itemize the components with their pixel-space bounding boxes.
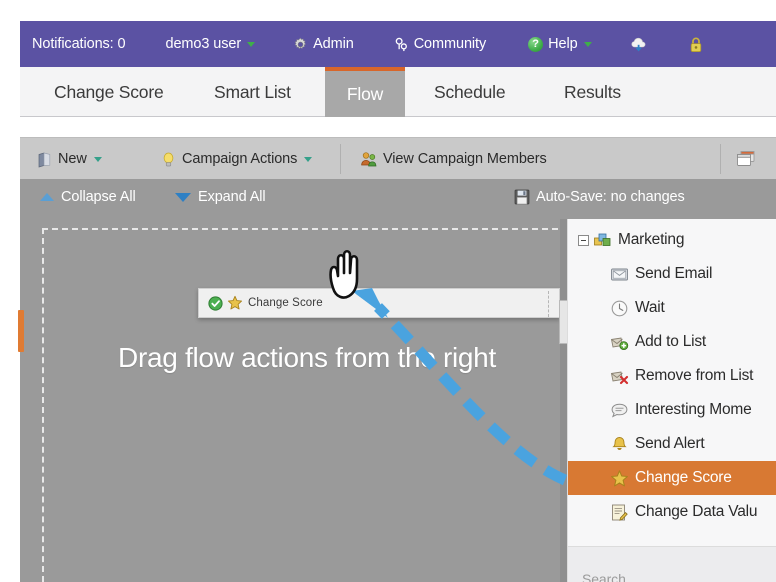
view-campaign-members-button[interactable]: View Campaign Members bbox=[360, 150, 547, 168]
tree-item-label: Remove from List bbox=[635, 367, 754, 384]
nav-item-help[interactable]: ? Help bbox=[528, 36, 592, 52]
nav-item-community[interactable]: Community bbox=[394, 36, 486, 52]
gold-star-icon bbox=[227, 295, 243, 311]
campaign-actions-label: Campaign Actions bbox=[182, 151, 298, 167]
tab-results[interactable]: Results bbox=[550, 67, 635, 117]
tree-item-label: Change Score bbox=[635, 469, 732, 486]
gear-icon bbox=[293, 37, 308, 52]
tab-schedule[interactable]: Schedule bbox=[420, 67, 519, 117]
nav-item-admin[interactable]: Admin bbox=[293, 36, 354, 52]
tree-item-label: Marketing bbox=[618, 231, 685, 248]
flow-dropzone[interactable]: Drag flow actions from the right bbox=[42, 228, 568, 582]
chevron-down-icon bbox=[304, 156, 313, 162]
tab-flow[interactable]: Flow bbox=[325, 67, 405, 117]
tree-item-send-alert[interactable]: Send Alert bbox=[568, 427, 776, 461]
folder-cubes-icon bbox=[593, 231, 612, 250]
top-navigation-bar: Notifications: 0 demo3 user Admin Commun… bbox=[20, 21, 776, 67]
toolbar-divider bbox=[340, 144, 341, 174]
sidebar-scrollbar-track[interactable] bbox=[560, 219, 567, 582]
search-input-placeholder: Search bbox=[582, 571, 626, 582]
triangle-down-icon bbox=[175, 192, 191, 202]
notifications-label: Notifications: 0 bbox=[32, 36, 126, 52]
triangle-up-icon bbox=[40, 193, 54, 201]
tree-item-label: Add to List bbox=[635, 333, 707, 350]
toolbar-divider bbox=[720, 144, 721, 174]
flow-subbar: Collapse All Expand All Auto-Save: no ch… bbox=[20, 179, 776, 219]
sidebar-search-area[interactable]: Search bbox=[568, 546, 776, 582]
drag-ghost-label: Change Score bbox=[248, 297, 323, 309]
tab-strip: Change Score Smart List Flow Schedule Re… bbox=[20, 67, 776, 117]
autosave-label: Auto-Save: no changes bbox=[536, 189, 685, 205]
tree-item-change-data-value[interactable]: Change Data Valu bbox=[568, 495, 776, 529]
tree-item-remove-from-list[interactable]: Remove from List bbox=[568, 359, 776, 393]
nav-item-user[interactable]: demo3 user bbox=[166, 36, 256, 52]
clock-icon bbox=[610, 299, 629, 318]
lock-icon bbox=[689, 36, 703, 53]
bell-icon bbox=[610, 435, 629, 454]
tab-label: Schedule bbox=[434, 81, 506, 102]
add-list-icon bbox=[610, 333, 629, 352]
edit-form-icon bbox=[610, 503, 629, 522]
tree-item-wait[interactable]: Wait bbox=[568, 291, 776, 325]
tree-item-add-to-list[interactable]: Add to List bbox=[568, 325, 776, 359]
tab-label: Change Score bbox=[54, 81, 164, 102]
tab-smart-list[interactable]: Smart List bbox=[200, 67, 305, 117]
email-icon bbox=[610, 265, 629, 284]
campaign-actions-button[interactable]: Campaign Actions bbox=[160, 151, 313, 168]
expand-all-button[interactable]: Expand All bbox=[175, 189, 266, 205]
flow-toolbar: New Campaign Actions View Campaign Membe… bbox=[20, 137, 776, 179]
floppy-save-icon bbox=[514, 189, 530, 205]
tab-change-score[interactable]: Change Score bbox=[40, 67, 177, 117]
tree-item-label: Change Data Valu bbox=[635, 503, 758, 520]
green-check-icon bbox=[208, 295, 223, 311]
admin-label: Admin bbox=[313, 36, 354, 52]
tree-item-change-score[interactable]: Change Score bbox=[568, 461, 776, 495]
help-icon: ? bbox=[528, 36, 544, 52]
tree-item-send-email[interactable]: Send Email bbox=[568, 257, 776, 291]
drag-ghost-change-score[interactable]: Change Score bbox=[198, 288, 560, 318]
flow-actions-panel: Marketing Send Email Wait Add to List Re… bbox=[567, 219, 776, 582]
new-document-icon bbox=[36, 151, 53, 168]
new-button[interactable]: New bbox=[36, 151, 102, 168]
collapse-all-label: Collapse All bbox=[61, 189, 136, 205]
window-panel-icon[interactable] bbox=[735, 149, 757, 169]
canvas-placeholder-text: Drag flow actions from the right bbox=[118, 342, 496, 373]
speech-bubble-icon bbox=[610, 401, 629, 420]
tab-label: Smart List bbox=[214, 81, 291, 102]
collapse-expander-icon[interactable] bbox=[578, 234, 589, 246]
tree-item-label: Send Email bbox=[635, 265, 713, 282]
community-label: Community bbox=[413, 36, 487, 52]
community-icon bbox=[394, 37, 409, 52]
lightbulb-icon bbox=[160, 151, 177, 168]
left-panel-handle[interactable] bbox=[18, 310, 24, 352]
tree-item-label: Wait bbox=[635, 299, 665, 316]
flow-canvas[interactable]: Drag flow actions from the right bbox=[20, 219, 568, 582]
expand-all-label: Expand All bbox=[198, 189, 266, 205]
tree-item-label: Send Alert bbox=[635, 435, 705, 452]
view-campaign-members-label: View Campaign Members bbox=[383, 151, 547, 167]
chevron-down-icon bbox=[583, 41, 592, 47]
chevron-down-icon bbox=[247, 41, 256, 47]
gold-star-icon bbox=[610, 469, 629, 488]
remove-list-icon bbox=[610, 367, 629, 386]
ghost-divider bbox=[548, 291, 549, 317]
chevron-down-icon bbox=[93, 156, 102, 162]
cloud-download-icon bbox=[630, 36, 650, 52]
nav-item-lock[interactable] bbox=[689, 36, 708, 53]
tree-item-label: Interesting Mome bbox=[635, 401, 752, 418]
help-label: Help bbox=[548, 36, 578, 52]
new-label: New bbox=[58, 151, 87, 167]
nav-item-cloud-download[interactable] bbox=[630, 36, 655, 52]
tab-label: Results bbox=[564, 81, 621, 102]
autosave-status: Auto-Save: no changes bbox=[514, 189, 685, 205]
collapse-all-button[interactable]: Collapse All bbox=[40, 189, 136, 205]
user-label: demo3 user bbox=[165, 36, 242, 52]
tree-item-interesting-moment[interactable]: Interesting Mome bbox=[568, 393, 776, 427]
tree-item-marketing[interactable]: Marketing bbox=[568, 223, 776, 257]
tab-label: Flow bbox=[346, 83, 384, 104]
app-window: Notifications: 0 demo3 user Admin Commun… bbox=[0, 0, 776, 582]
people-group-icon bbox=[360, 150, 378, 168]
nav-item-notifications[interactable]: Notifications: 0 bbox=[32, 36, 126, 52]
